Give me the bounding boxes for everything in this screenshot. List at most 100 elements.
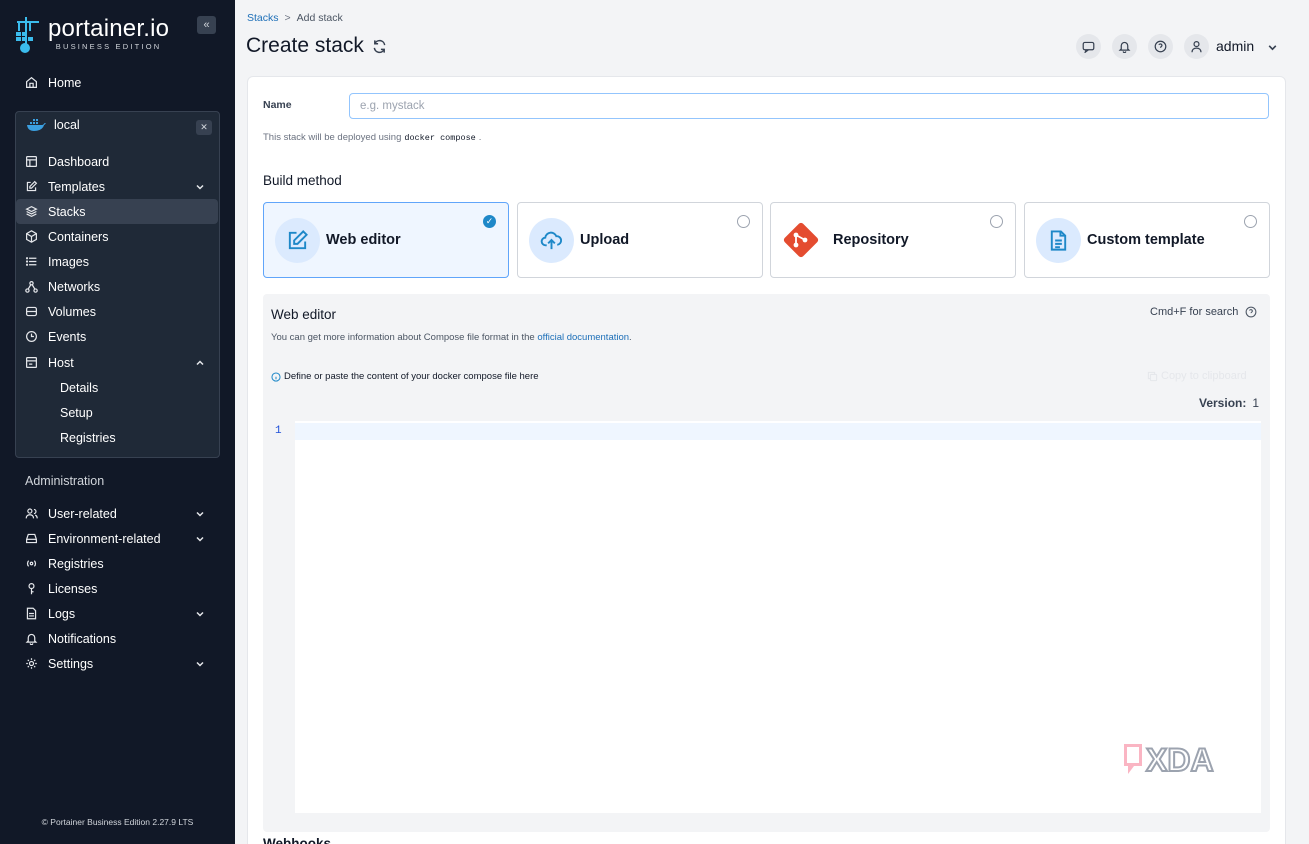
sidebar-subitem-registries[interactable]: Registries: [60, 428, 116, 448]
page-title: Create stack: [246, 34, 387, 58]
deploy-note-suffix: .: [478, 132, 482, 143]
sidebar-item-host[interactable]: Host: [16, 350, 218, 375]
method-radio-checked[interactable]: ✓: [483, 215, 496, 228]
help-icon: [1154, 40, 1167, 53]
code-editor-active-line[interactable]: [295, 423, 1261, 440]
custom-template-icon-circle: [1036, 218, 1081, 263]
bell-icon: [1118, 41, 1131, 53]
list-icon: [25, 257, 37, 266]
user-avatar[interactable]: [1184, 34, 1209, 59]
home-icon: [26, 76, 37, 88]
method-radio[interactable]: [1244, 215, 1257, 228]
user-name[interactable]: admin: [1216, 38, 1254, 54]
copy-to-clipboard-button[interactable]: Copy to clipboard: [1147, 370, 1247, 382]
environment-header[interactable]: local: [26, 118, 80, 132]
close-environment-button[interactable]: ✕: [196, 120, 212, 135]
build-method-custom-template[interactable]: Custom template: [1024, 202, 1270, 278]
feedback-button[interactable]: [1076, 34, 1101, 59]
chevrons-left-icon: «: [203, 19, 210, 31]
sidebar-item-notifications[interactable]: Notifications: [16, 626, 218, 651]
check-icon: ✓: [485, 216, 494, 226]
official-documentation-link[interactable]: official documentation: [537, 332, 629, 343]
breadcrumb-stacks-link[interactable]: Stacks: [247, 12, 279, 24]
key-icon: [28, 583, 35, 595]
sidebar-item-networks[interactable]: Networks: [16, 274, 218, 299]
sidebar-item-label: Registries: [48, 556, 104, 571]
method-radio[interactable]: [737, 215, 750, 228]
sidebar-subitem-details[interactable]: Details: [60, 378, 98, 398]
git-icon: [783, 222, 819, 261]
dashboard-icon: [26, 156, 37, 167]
page-title-text: Create stack: [246, 34, 364, 57]
version-value: 1: [1252, 396, 1260, 410]
hdd-icon: [26, 533, 37, 544]
sidebar-item-user-related[interactable]: User-related: [16, 501, 218, 526]
sidebar-item-label: Settings: [48, 656, 94, 671]
version-label: Version:: [1199, 396, 1247, 410]
sidebar-item-images[interactable]: Images: [16, 249, 218, 274]
help-button[interactable]: [1148, 34, 1173, 59]
sidebar-item-templates[interactable]: Templates: [16, 174, 218, 199]
sidebar-item-label: Logs: [48, 606, 76, 621]
web-editor-icon-circle: [275, 218, 320, 263]
sidebar-item-label: Networks: [48, 279, 101, 294]
sidebar-item-environment-related[interactable]: Environment-related: [16, 526, 218, 551]
sidebar-item-volumes[interactable]: Volumes: [16, 299, 218, 324]
sidebar-item-settings[interactable]: Settings: [16, 651, 218, 676]
sidebar-item-stacks[interactable]: Stacks: [16, 199, 218, 224]
help-icon[interactable]: [1245, 306, 1257, 318]
method-label: Custom template: [1087, 232, 1205, 248]
copy-label: Copy to clipboard: [1161, 370, 1247, 382]
file-text-icon: [1050, 230, 1067, 251]
gear-icon: [26, 658, 37, 669]
server-icon: [26, 357, 37, 368]
sidebar-item-licenses[interactable]: Licenses: [16, 576, 218, 601]
portainer-logo[interactable]: portainer.io BUSINESS EDITION: [14, 14, 169, 54]
sidebar-item-logs[interactable]: Logs: [16, 601, 218, 626]
sidebar-item-label: User-related: [48, 506, 117, 521]
build-method-repository[interactable]: Repository: [770, 202, 1016, 278]
stack-name-input[interactable]: [349, 93, 1269, 119]
build-method-web-editor[interactable]: Web editor ✓: [263, 202, 509, 278]
chevron-down-icon: [196, 611, 204, 617]
sidebar-item-containers[interactable]: Containers: [16, 224, 218, 249]
editor-search-hint: Cmd+F for search: [1150, 306, 1257, 318]
editor-info: You can get more information about Compo…: [271, 332, 632, 343]
method-radio[interactable]: [990, 215, 1003, 228]
sidebar-item-label: Licenses: [48, 581, 98, 596]
sidebar-item-home[interactable]: Home: [16, 70, 218, 95]
webhooks-heading: Webhooks: [263, 836, 332, 844]
chevron-down-icon: [196, 511, 204, 517]
sidebar-item-registries[interactable]: Registries: [16, 551, 218, 576]
refresh-icon[interactable]: [372, 39, 387, 54]
notifications-button[interactable]: [1112, 34, 1137, 59]
sidebar-subitem-setup[interactable]: Setup: [60, 403, 93, 423]
bell-icon: [25, 633, 38, 645]
build-method-upload[interactable]: Upload: [517, 202, 763, 278]
search-hint-text: Cmd+F for search: [1150, 306, 1239, 318]
code-editor-gutter: [270, 421, 295, 813]
chevron-down-icon: [196, 536, 204, 542]
message-icon: [1082, 41, 1095, 53]
brand-name: portainer.io: [48, 15, 170, 43]
name-label: Name: [263, 99, 292, 111]
code-editor[interactable]: [270, 421, 1261, 813]
sidebar-item-label: Notifications: [48, 631, 117, 646]
sidebar-item-label: Dashboard: [48, 154, 110, 169]
web-editor-heading: Web editor: [271, 307, 337, 322]
environment-name: local: [54, 118, 80, 132]
editor-hint: Define or paste the content of your dock…: [271, 371, 539, 382]
chevron-down-icon: [196, 661, 204, 667]
sidebar-item-label: Templates: [48, 179, 105, 194]
close-icon: ✕: [200, 122, 208, 132]
file-icon: [26, 607, 37, 620]
sidebar-item-dashboard[interactable]: Dashboard: [16, 149, 218, 174]
sidebar-item-label: Environment-related: [48, 531, 161, 546]
sidebar: portainer.io BUSINESS EDITION « Home loc…: [0, 0, 235, 844]
chevron-down-icon[interactable]: [1267, 42, 1278, 53]
collapse-sidebar-button[interactable]: «: [197, 16, 216, 34]
info-icon: [271, 371, 281, 382]
upload-cloud-icon: [540, 231, 563, 250]
sidebar-item-events[interactable]: Events: [16, 324, 218, 349]
administration-heading: Administration: [25, 474, 105, 488]
